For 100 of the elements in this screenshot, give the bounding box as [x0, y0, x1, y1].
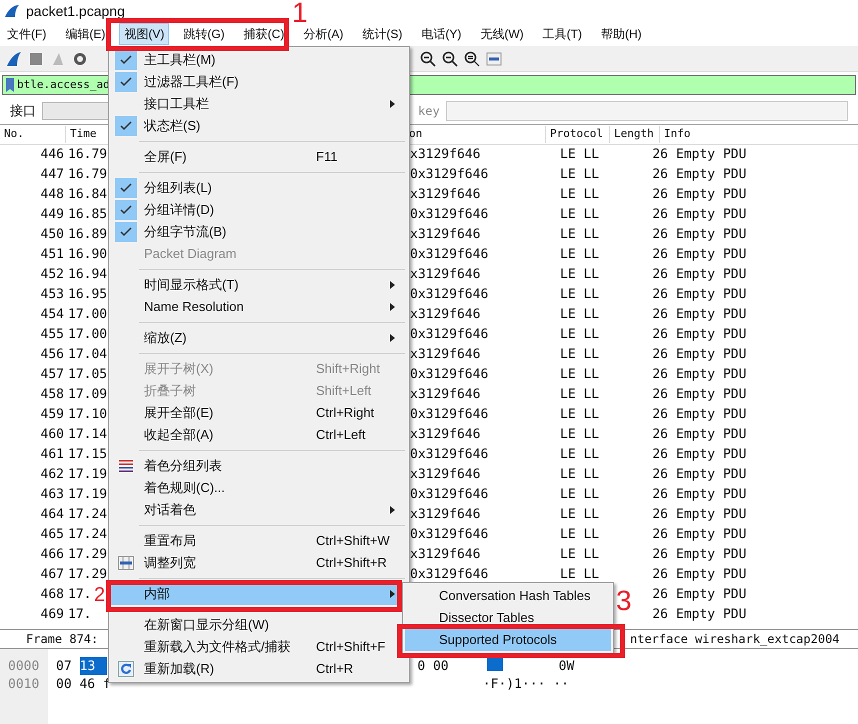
column-resize-icon[interactable]	[486, 50, 502, 66]
menu-bar-item[interactable]: 工具(T)	[538, 23, 587, 45]
table-cell: 26	[652, 187, 668, 202]
menu-item[interactable]: 分组列表(L)	[111, 177, 401, 199]
table-cell-text: 17.00	[68, 306, 108, 324]
table-cell-text: Empty PDU	[676, 426, 746, 444]
menu-item[interactable]: 重新加载(R) Ctrl+R	[111, 658, 401, 680]
table-cell-text: 468	[40, 586, 64, 604]
gear-icon[interactable]	[72, 50, 88, 66]
bookmark-icon	[6, 78, 14, 92]
menu-item[interactable]: Name Resolution	[111, 296, 401, 318]
table-cell-text: 459	[40, 406, 64, 424]
table-cell-text: 446	[40, 146, 64, 164]
column-resize-icon	[118, 556, 134, 570]
stop-icon[interactable]	[28, 50, 44, 66]
table-cell: 26	[652, 327, 668, 342]
menu-item[interactable]: 分组字节流(B)	[111, 221, 401, 243]
table-cell-text: Empty PDU	[676, 606, 746, 624]
table-cell-text: Empty PDU	[676, 526, 746, 544]
reload-icon	[118, 661, 134, 677]
menu-bar-item[interactable]: 文件(F)	[2, 23, 52, 45]
menu-item[interactable]: 展开全部(E) Ctrl+Right	[111, 402, 401, 424]
shark-fin-icon[interactable]	[6, 50, 22, 66]
table-cell-text: 17.	[68, 586, 92, 604]
annotation-number: 1	[292, 0, 308, 26]
menu-bar-item[interactable]: 视图(V)	[119, 23, 170, 45]
column-header[interactable]: Info	[659, 126, 858, 143]
table-cell-text: Empty PDU	[676, 326, 746, 344]
table-cell-text: 456	[40, 346, 64, 364]
menu-bar-item[interactable]: 帮助(H)	[596, 23, 647, 45]
table-cell-text: Empty PDU	[676, 406, 746, 424]
table-cell-text: 17.24	[68, 526, 108, 544]
menu-bar-item[interactable]: 捕获(C)	[238, 23, 290, 45]
zoom-out-icon[interactable]	[442, 50, 458, 66]
table-cell: 26	[652, 507, 668, 522]
column-header[interactable]: No.	[0, 126, 65, 143]
menu-item[interactable]: 重新载入为文件格式/捕获 Ctrl+Shift+F	[111, 636, 401, 658]
table-cell: 26	[652, 587, 668, 602]
table-cell: 26	[652, 487, 668, 502]
menu-item[interactable]: 调整列宽 Ctrl+Shift+R	[111, 552, 401, 574]
table-cell-text: 467	[40, 566, 64, 584]
menu-bar-item[interactable]: 编辑(E)	[60, 23, 110, 45]
menu-item[interactable]: 分组详情(D)	[111, 199, 401, 221]
table-cell: LE LL	[560, 447, 600, 462]
window-title: packet1.pcapng	[26, 2, 125, 21]
details-line: Frame 874:	[26, 631, 98, 648]
table-cell: LE LL	[560, 287, 600, 302]
table-cell: LE LL	[560, 487, 600, 502]
table-cell: 26	[652, 607, 668, 622]
menu-item[interactable]: 缩放(Z)	[111, 327, 401, 349]
table-cell-text: 16.95	[68, 286, 108, 304]
table-cell: LE LL	[560, 307, 600, 322]
table-cell: 26	[652, 227, 668, 242]
menu-bar-item[interactable]: 无线(W)	[475, 23, 529, 45]
table-cell-text: Empty PDU	[676, 586, 746, 604]
menu-item[interactable]: 着色规则(C)...	[111, 477, 401, 499]
menu-item[interactable]: 在新窗口显示分组(W)	[111, 614, 401, 636]
zoom-reset-icon[interactable]	[464, 50, 480, 66]
table-cell-text: 463	[40, 486, 64, 504]
ascii-bytes: ·F·)1··· ··	[482, 676, 569, 693]
menu-item[interactable]: Conversation Hash Tables	[405, 585, 611, 607]
column-header[interactable]: Length	[609, 126, 659, 143]
table-cell-text: 461	[40, 446, 64, 464]
table-cell-text: Empty PDU	[676, 206, 746, 224]
table-cell: 26	[652, 367, 668, 382]
table-cell-text: 466	[40, 546, 64, 564]
menu-bar-item[interactable]: 分析(A)	[298, 23, 348, 45]
table-cell-text: 16.84	[68, 186, 108, 204]
table-cell-text: 16.94	[68, 266, 108, 284]
ascii-bytes: 0W	[558, 658, 574, 675]
menu-item[interactable]: 重置布局 Ctrl+Shift+W	[111, 530, 401, 552]
table-cell: 26	[652, 407, 668, 422]
table-cell: x3129f646	[410, 307, 480, 322]
table-cell: x3129f646	[410, 427, 480, 442]
menu-item[interactable]: 状态栏(S)	[111, 115, 401, 137]
menu-item[interactable]: 全屏(F) F11	[111, 146, 401, 168]
table-cell-text: 452	[40, 266, 64, 284]
table-cell-text: Empty PDU	[676, 226, 746, 244]
menu-item[interactable]: 接口工具栏	[111, 93, 401, 115]
menu-bar-item[interactable]: 统计(S)	[357, 23, 408, 45]
table-cell: 26	[652, 427, 668, 442]
menu-item[interactable]: 对话着色	[111, 499, 401, 521]
table-cell-text: 455	[40, 326, 64, 344]
table-cell-text: 17.00	[68, 326, 108, 344]
key-field[interactable]	[446, 101, 848, 121]
menu-item[interactable]: 时间显示格式(T)	[111, 274, 401, 296]
column-header[interactable]: Protocol	[545, 126, 609, 143]
menu-item[interactable]: Supported Protocols	[405, 629, 611, 651]
menu-bar-item[interactable]: 跳转(G)	[178, 23, 230, 45]
table-cell: x3129f646	[410, 267, 480, 282]
table-cell: 26	[652, 347, 668, 362]
table-cell-text: 469	[40, 606, 64, 624]
annotation-number: 2	[94, 584, 106, 606]
menu-item[interactable]: 收起全部(A) Ctrl+Left	[111, 424, 401, 446]
table-cell-text: Empty PDU	[676, 286, 746, 304]
menu-item[interactable]: 着色分组列表	[111, 455, 401, 477]
table-cell-text: 17.29	[68, 566, 108, 584]
table-cell-text: 17.05	[68, 366, 108, 384]
menu-bar-item[interactable]: 电话(Y)	[416, 23, 466, 45]
table-cell-text: Empty PDU	[676, 186, 746, 204]
